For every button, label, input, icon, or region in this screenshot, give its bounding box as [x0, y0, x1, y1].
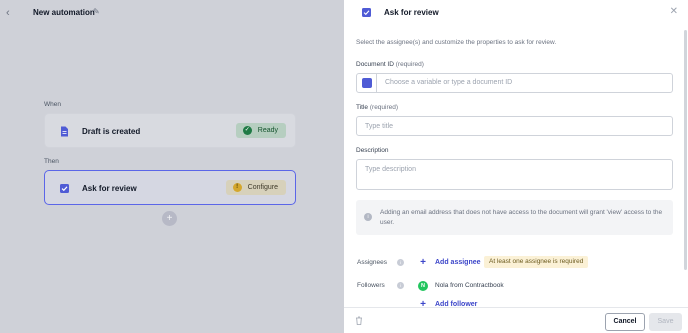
info-icon: i: [364, 213, 372, 221]
panel-title: Ask for review: [384, 8, 439, 17]
plus-icon[interactable]: +: [418, 258, 428, 268]
title-label-text: Title: [356, 104, 369, 111]
warning-circle-icon: !: [232, 183, 242, 192]
info-icon[interactable]: i: [397, 282, 404, 289]
edit-pencil-icon[interactable]: ✎: [93, 7, 102, 17]
description-label: Description: [356, 147, 389, 154]
check-circle-icon: ✓: [242, 126, 252, 135]
canvas-topbar: ‹ New automation ✎: [0, 0, 344, 27]
title-input[interactable]: Type title: [356, 116, 673, 136]
then-label: Then: [44, 158, 59, 165]
document-id-input[interactable]: Choose a variable or type a document ID: [356, 73, 673, 93]
assignees-label: Assignees: [357, 259, 387, 266]
action-node[interactable]: Ask for review ! Configure: [44, 170, 296, 205]
config-panel: Ask for review ✕ Select the assignee(s) …: [344, 0, 688, 333]
description-placeholder: Type description: [365, 166, 416, 173]
document-icon: [61, 126, 68, 137]
status-badge-ready: ✓ Ready: [235, 123, 286, 138]
panel-intro: Select the assignee(s) and customize the…: [356, 39, 557, 46]
trash-icon[interactable]: [355, 316, 363, 327]
document-id-placeholder: Choose a variable or type a document ID: [385, 79, 513, 86]
title-label: Title (required): [356, 104, 398, 111]
status-badge-configure: ! Configure: [225, 180, 286, 195]
cancel-button[interactable]: Cancel: [605, 313, 645, 331]
info-icon[interactable]: i: [397, 259, 404, 266]
automation-canvas: ‹ New automation ✎ When Draft is created…: [0, 0, 344, 333]
document-id-label: Document ID (required): [356, 61, 424, 68]
trigger-node[interactable]: Draft is created ✓ Ready: [44, 113, 296, 148]
scrollbar[interactable]: [684, 30, 687, 270]
document-id-label-text: Document ID: [356, 61, 394, 68]
when-label: When: [44, 101, 61, 108]
action-title: Ask for review: [82, 184, 137, 193]
checkbox-icon: [362, 8, 371, 17]
document-icon: [362, 78, 372, 88]
back-chevron-icon[interactable]: ‹: [6, 7, 16, 19]
add-step-button[interactable]: +: [162, 211, 177, 226]
close-icon[interactable]: ✕: [670, 6, 678, 17]
status-badge-label: Ready: [257, 127, 278, 134]
add-assignee-button[interactable]: Add assignee: [435, 259, 481, 266]
automation-title: New automation: [33, 8, 95, 17]
assignee-required-warning: At least one assignee is required: [484, 256, 589, 268]
status-badge-label: Configure: [247, 184, 278, 191]
required-marker: (required): [395, 61, 424, 68]
title-placeholder: Type title: [365, 123, 394, 130]
avatar: N: [418, 281, 428, 291]
trigger-title: Draft is created: [82, 127, 141, 136]
access-notice: i Adding an email address that does not …: [356, 200, 673, 235]
follower-name: Nola from Contractbook: [435, 282, 504, 289]
required-marker: (required): [369, 104, 399, 111]
panel-header: Ask for review ✕: [344, 0, 688, 26]
followers-label: Followers: [357, 282, 385, 289]
checkbox-icon: [60, 184, 69, 193]
description-input[interactable]: Type description: [356, 159, 673, 190]
panel-footer: Cancel Save: [344, 307, 688, 333]
access-notice-text: Adding an email address that does not ha…: [380, 209, 663, 226]
save-button[interactable]: Save: [649, 313, 682, 331]
variable-picker-button[interactable]: [357, 74, 377, 92]
